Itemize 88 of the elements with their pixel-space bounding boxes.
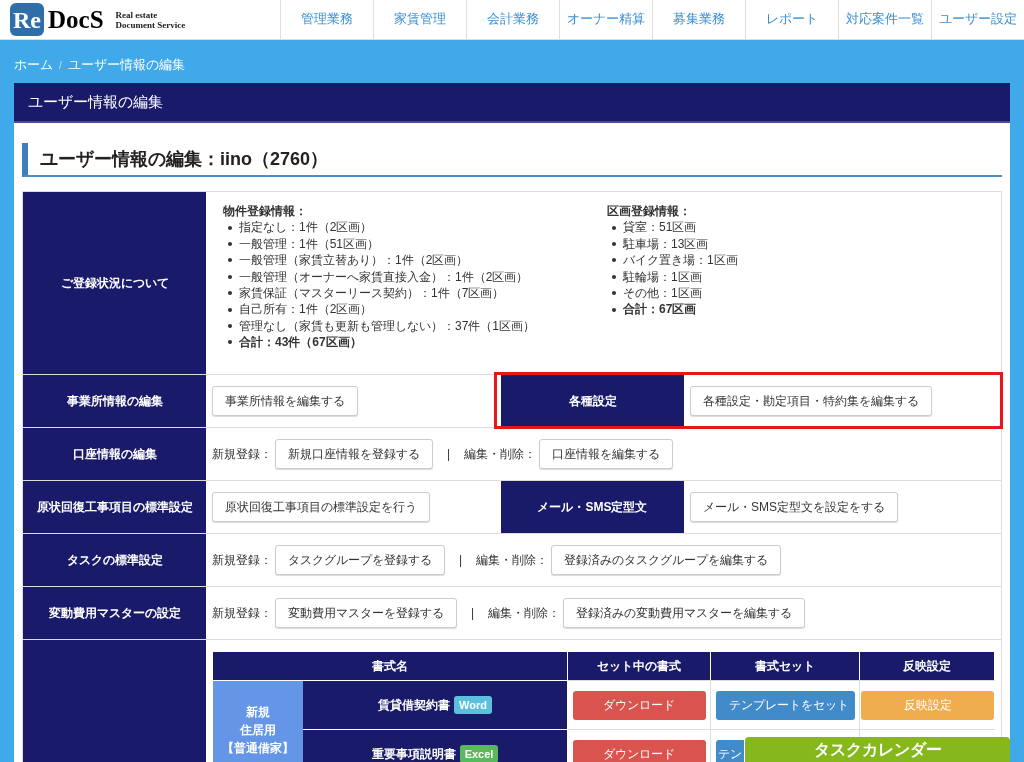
separator-text: | [459, 552, 463, 569]
breadcrumb-separator: / [59, 59, 62, 73]
row-label: メール・SMS定型文 [501, 481, 684, 533]
row-label: 原状回復工事項目の標準設定 [23, 481, 206, 533]
list-item: バイク置き場：1区画 [623, 252, 738, 269]
bullet-icon [228, 324, 232, 329]
column-header: セット中の書式 [568, 652, 711, 680]
nav-link[interactable]: 会計業務 [466, 0, 559, 39]
nav-link[interactable]: レポート [745, 0, 838, 39]
action-button[interactable]: 各種設定・勘定項目・特約集を編集する [690, 386, 932, 416]
nav-link[interactable]: 募集業務 [652, 0, 745, 39]
row-label: 変動費用マスターの設定 [23, 587, 206, 639]
list-item: 駐輪場：1区画 [623, 268, 702, 286]
nav-link[interactable]: ユーザー設定 [931, 0, 1024, 39]
list-item: 管理なし（家賃も更新も管理しない）：37件（1区画） [239, 317, 536, 335]
nav-link[interactable]: 家賃管理 [373, 0, 466, 39]
separator-text: | [447, 446, 451, 463]
bullet-icon [228, 307, 232, 312]
nav-link[interactable]: オーナー精算 [559, 0, 652, 39]
breadcrumb-current: ユーザー情報の編集 [67, 57, 185, 75]
form-name: 賃貸借契約書 [378, 697, 451, 714]
list-item: 駐車場：13区画 [623, 235, 709, 253]
list-item: 一般管理（家賃立替あり）：1件（2区画） [239, 252, 469, 269]
template-button[interactable]: テンプレートをセット [716, 690, 855, 720]
column-header: 反映設定 [860, 652, 995, 680]
action-button[interactable]: 変動費用マスターを登録する [275, 598, 457, 628]
logo-tagline: Real estate Document Service [115, 9, 186, 30]
page-heading: ユーザー情報の編集：iino（2760） [22, 143, 1002, 177]
bullet-icon [228, 258, 232, 263]
bullet-icon [228, 225, 232, 230]
apply-button[interactable]: 反映設定 [861, 690, 994, 720]
action-button[interactable]: 事業所情報を編集する [212, 386, 358, 416]
panel-title: ユーザー情報の編集 [14, 83, 1010, 123]
field-caption: 編集・削除： [464, 446, 537, 463]
task-calendar-button[interactable]: タスクカレンダー [745, 737, 1010, 762]
action-button[interactable]: 口座情報を編集する [539, 439, 674, 469]
bullet-icon [228, 291, 232, 296]
list-item: 一般管理：1件（51区画） [239, 235, 380, 253]
logo-name: DocS [48, 4, 104, 35]
bullet-icon [228, 242, 232, 246]
column-header: 書式セット [711, 652, 860, 680]
action-button[interactable]: タスクグループを登録する [275, 545, 445, 575]
bullet-icon [612, 258, 616, 263]
row-label: 事業所情報の編集 [23, 375, 206, 427]
download-button[interactable]: ダウンロード [572, 690, 706, 720]
list-item: その他：1区画 [623, 285, 702, 302]
field-caption: 新規登録： [212, 605, 272, 622]
bullet-icon [612, 242, 616, 246]
separator-text: | [471, 605, 475, 622]
action-button[interactable]: 新規口座情報を登録する [275, 439, 433, 469]
logo-mark: Re [10, 3, 44, 36]
nav-link[interactable]: 対応案件一覧 [838, 0, 931, 39]
list-item: 一般管理（オーナーへ家賃直接入金）：1件（2区画） [239, 268, 529, 286]
bullet-icon [612, 291, 616, 296]
download-button[interactable]: ダウンロード [572, 739, 706, 762]
bullet-icon [612, 274, 616, 279]
group-cell: 新規 住居用 【普通借家】 [213, 680, 303, 762]
total-text: 合計：67区画 [623, 301, 697, 318]
row-label: 口座情報の編集 [23, 428, 206, 480]
list-item: 家賃保証（マスターリース契約）：1件（7区画） [239, 285, 505, 302]
row-label: タスクの標準設定 [23, 534, 206, 586]
action-button[interactable]: 登録済みの変動費用マスターを編集する [563, 598, 806, 628]
nav-link[interactable]: 管理業務 [280, 0, 373, 39]
row-label: 各種設定 [501, 375, 684, 427]
action-button[interactable]: 原状回復工事項目の標準設定を行う [212, 492, 430, 522]
total-text: 合計：43件（67区画） [239, 334, 362, 351]
list-item: 自己所有：1件（2区画） [239, 301, 373, 318]
section-title: 物件登録情報： [223, 203, 308, 220]
bullet-icon [228, 274, 232, 279]
action-button[interactable]: メール・SMS定型文を設定をする [690, 492, 898, 522]
list-item: 指定なし：1件（2区画） [239, 219, 373, 236]
bullet-icon [612, 307, 616, 312]
action-button[interactable]: 登録済みのタスクグループを編集する [551, 545, 782, 575]
list-item: 貸室：51区画 [623, 219, 697, 236]
field-caption: 編集・削除： [488, 605, 561, 622]
form-name: 重要事項説明書 [371, 746, 456, 762]
section-title: 区画登録情報： [607, 203, 692, 220]
template-button[interactable]: テン [716, 739, 744, 762]
column-header: 書式名 [213, 652, 568, 680]
field-caption: 新規登録： [212, 552, 272, 569]
file-type-tag: Word [454, 695, 492, 715]
bullet-icon [228, 340, 232, 345]
file-type-tag: Excel [459, 744, 499, 762]
row-label: ご登録状況について [23, 192, 206, 374]
field-caption: 新規登録： [212, 446, 272, 463]
field-caption: 編集・削除： [476, 552, 549, 569]
bullet-icon [612, 225, 616, 230]
breadcrumb-link[interactable]: ホーム [14, 56, 53, 75]
